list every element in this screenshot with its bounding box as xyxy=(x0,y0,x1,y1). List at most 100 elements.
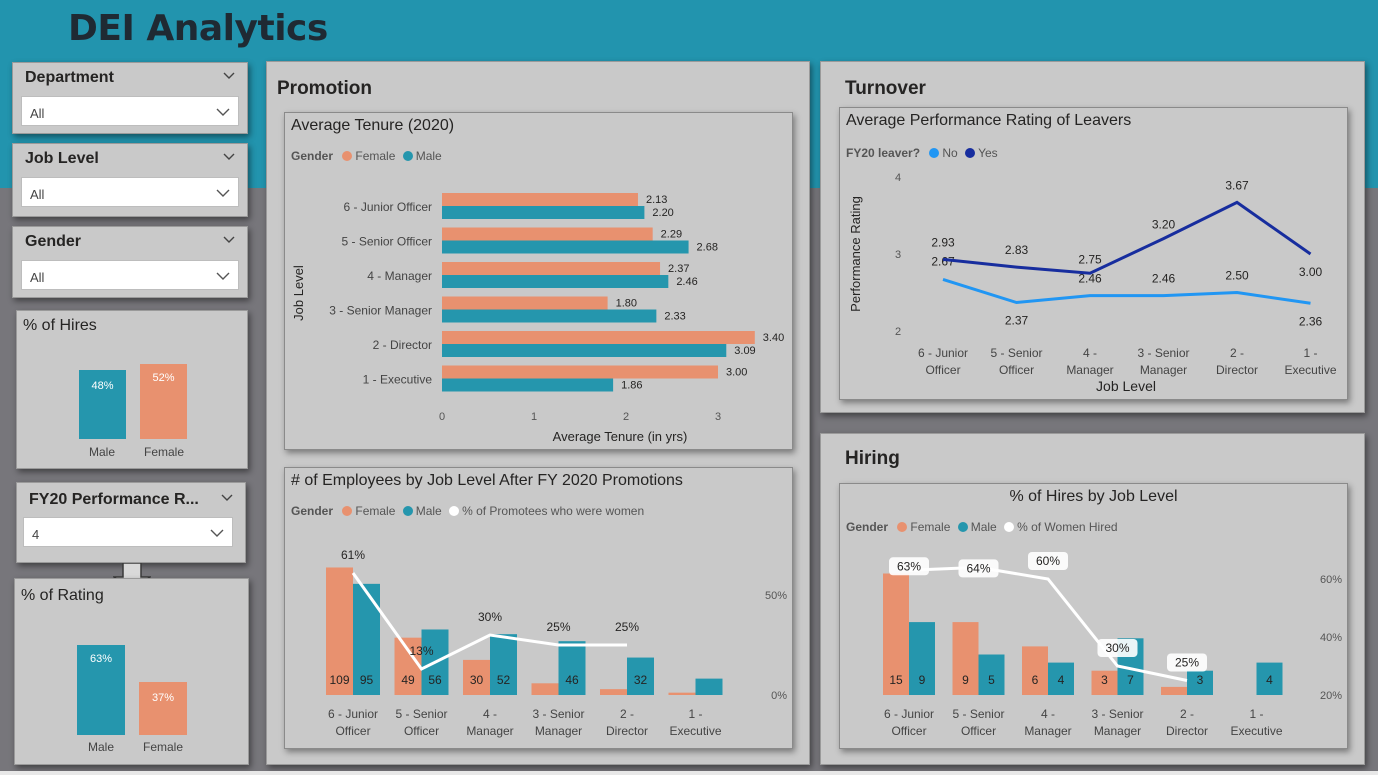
chevron-down-icon xyxy=(210,529,224,537)
category-label: 2 - xyxy=(620,707,634,721)
category-label: Executive xyxy=(1230,724,1282,738)
tenure-bar xyxy=(442,344,727,357)
tenure-category-label: 1 - Executive xyxy=(363,373,433,387)
tenure-data-label: 1.86 xyxy=(621,380,642,392)
line-data-label: 2.50 xyxy=(1225,269,1249,283)
female-bar xyxy=(600,689,627,695)
tenure-data-label: 3.00 xyxy=(726,367,747,379)
bar-data-label: 9 xyxy=(919,673,926,687)
tenure-data-label: 3.09 xyxy=(734,345,755,357)
bottom-strip xyxy=(0,771,1378,775)
category-label: Officer xyxy=(891,724,926,738)
rating-male-bar[interactable]: 63% xyxy=(77,645,125,735)
promo-chart: # of Employees by Job Level After FY 202… xyxy=(284,467,793,749)
line-data-label: 60% xyxy=(1036,554,1060,568)
category-label: 3 - Senior xyxy=(1091,707,1143,721)
line-data-label: 2.93 xyxy=(931,235,955,249)
bar-data-label: 3 xyxy=(1101,673,1108,687)
gender-dropdown[interactable]: All xyxy=(21,260,239,290)
line-data-label: 3.20 xyxy=(1152,218,1176,232)
bar-data-label: 7 xyxy=(1127,673,1134,687)
line-data-label: 30% xyxy=(1105,641,1129,655)
tenure-data-label: 3.40 xyxy=(763,332,784,344)
category-label: 4 - xyxy=(1041,707,1055,721)
chevron-down-icon xyxy=(216,189,230,197)
slicer-gender-title: Gender xyxy=(25,233,82,250)
category-label: Officer xyxy=(404,724,439,738)
category-label: 1 - xyxy=(1303,346,1317,360)
hires-female-label: Female xyxy=(143,445,184,459)
chevron-down-icon[interactable] xyxy=(223,72,235,80)
female-bar xyxy=(668,692,696,695)
rating-female-label: Female xyxy=(142,740,183,754)
tenure-category-label: 6 - Junior Officer xyxy=(344,200,432,214)
rating-female-bar[interactable]: 37% xyxy=(139,682,187,735)
rating-pct-card: % of Rating 63% 37% Male Female xyxy=(14,578,249,765)
line-data-label: 2.46 xyxy=(1152,272,1176,286)
hiring-panel: Hiring % of Hires by Job Level Gender Fe… xyxy=(820,433,1365,765)
tenure-x-tick: 2 xyxy=(623,411,629,423)
tenure-bar xyxy=(442,309,657,323)
tenure-bar xyxy=(442,193,638,206)
category-label: Manager xyxy=(1066,363,1113,377)
bar-data-label: 52 xyxy=(497,673,511,687)
category-label: Manager xyxy=(1024,724,1071,738)
category-label: Officer xyxy=(335,724,370,738)
bar-data-label: 4 xyxy=(1266,673,1273,687)
hires-plot: 15 9 6 - Junior Officer 9 5 5 - Senior Officer 6… xyxy=(883,552,1342,738)
slicer-job-level: Job Level All xyxy=(12,143,248,217)
line-data-label: 2.75 xyxy=(1078,252,1102,266)
tenure-category-label: 2 - Director xyxy=(373,338,432,352)
tenure-x-tick: 1 xyxy=(531,411,537,423)
chevron-down-icon xyxy=(216,108,230,116)
line-data-label: 2.83 xyxy=(1005,243,1029,257)
bar-data-label: 9 xyxy=(962,673,969,687)
tenure-category-label: 3 - Senior Manager xyxy=(329,304,432,318)
line-data-label: 63% xyxy=(897,559,921,573)
bar-data-label: 56 xyxy=(428,673,442,687)
chevron-down-icon[interactable] xyxy=(221,494,233,502)
bar-data-label: 49 xyxy=(401,673,415,687)
tenure-data-label: 2.37 xyxy=(668,263,689,275)
slicer-performance: FY20 Performance R... 4 xyxy=(16,482,246,563)
category-label: Officer xyxy=(999,363,1034,377)
y2-tick-label: 60% xyxy=(1320,574,1342,586)
tenure-bar xyxy=(442,240,689,254)
hires-pct-title: % of Hires xyxy=(23,317,97,334)
rating-male-label: Male xyxy=(87,740,114,754)
tenure-data-label: 2.13 xyxy=(646,194,667,206)
chevron-down-icon[interactable] xyxy=(223,153,235,161)
category-label: Executive xyxy=(1284,363,1336,377)
x-axis-label: Job Level xyxy=(1096,378,1156,394)
category-label: Executive xyxy=(669,724,721,738)
line-data-label: 3.67 xyxy=(1225,178,1249,192)
no-line xyxy=(942,277,1311,305)
category-label: Officer xyxy=(925,363,960,377)
tenure-bar xyxy=(442,206,645,219)
category-label: 2 - xyxy=(1230,346,1244,360)
page-title: DEI Analytics xyxy=(68,8,328,49)
category-label: 6 - Junior xyxy=(328,707,378,721)
tenure-chart: Average Tenure (2020) Gender Female Male… xyxy=(284,112,793,450)
bar-data-label: 109 xyxy=(329,673,349,687)
hires-male-bar[interactable]: 48% xyxy=(79,370,126,439)
slicer-department-title: Department xyxy=(25,69,114,86)
tenure-data-label: 2.68 xyxy=(697,242,718,254)
performance-dropdown[interactable]: 4 xyxy=(23,517,233,547)
tenure-bar xyxy=(442,296,608,310)
category-label: 2 - xyxy=(1180,707,1194,721)
category-label: Manager xyxy=(1094,724,1141,738)
hires-female-bar[interactable]: 52% xyxy=(140,364,187,439)
job-level-dropdown[interactable]: All xyxy=(21,177,239,207)
department-dropdown[interactable]: All xyxy=(21,96,239,126)
chevron-down-icon[interactable] xyxy=(223,236,235,244)
slicer-department: Department All xyxy=(12,62,248,134)
rating-female-value: 37% xyxy=(151,692,175,704)
bar-data-label: 6 xyxy=(1032,673,1039,687)
category-label: Manager xyxy=(1140,363,1187,377)
line-data-label: 25% xyxy=(615,620,639,634)
tenure-data-label: 2.29 xyxy=(661,229,682,241)
performance-dropdown-value: 4 xyxy=(32,527,40,542)
rating-pct-title: % of Rating xyxy=(21,587,104,604)
category-label: 4 - xyxy=(1083,346,1097,360)
